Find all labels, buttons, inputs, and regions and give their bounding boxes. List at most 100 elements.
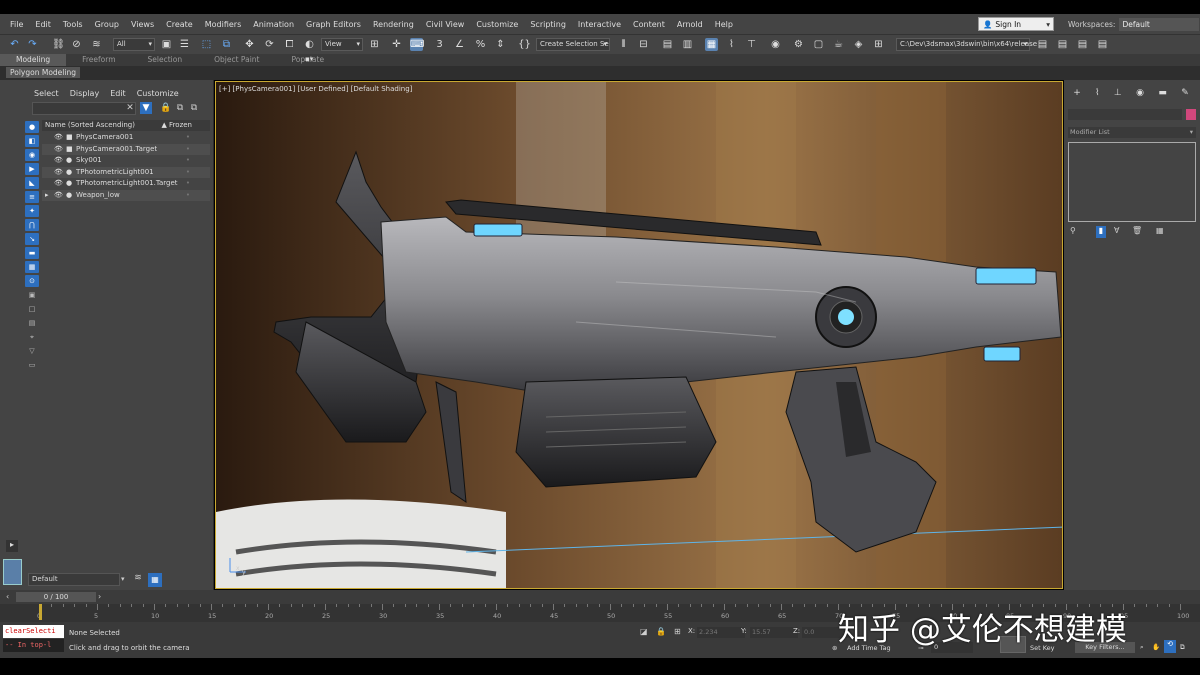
project-settings-icon[interactable]: ▤ <box>1056 38 1069 51</box>
layer-dropdown[interactable]: Default <box>28 573 120 586</box>
visibility-eye-icon[interactable]: 👁 <box>54 144 63 155</box>
display-spacewarps-icon[interactable]: ✦ <box>25 205 39 217</box>
display-lights-icon[interactable]: ◣ <box>25 177 39 189</box>
menu-scripting[interactable]: Scripting <box>524 20 572 29</box>
visibility-eye-icon[interactable]: 👁 <box>54 190 63 201</box>
move-icon[interactable]: ✥ <box>243 38 256 51</box>
named-selection-dropdown[interactable]: Create Selection Se ▾ <box>536 38 610 51</box>
maxscript-listener[interactable]: clearSelecti -- In top-l <box>3 625 64 653</box>
selection-filter-dropdown[interactable]: All ▾ <box>113 38 155 51</box>
frozen-toggle-icon[interactable]: • <box>186 144 190 155</box>
visibility-eye-icon[interactable]: 👁 <box>54 132 63 143</box>
bind-spacewarp-icon[interactable]: ≋ <box>90 38 103 51</box>
viewport-label[interactable]: [+] [PhysCamera001] [User Defined] [Defa… <box>219 85 412 93</box>
menu-modifiers[interactable]: Modifiers <box>199 20 248 29</box>
menu-animation[interactable]: Animation <box>247 20 300 29</box>
ribbon-tab-freeform[interactable]: Freeform <box>66 54 131 66</box>
visibility-eye-icon[interactable]: 👁 <box>54 167 63 178</box>
display-children-icon[interactable]: ▤ <box>25 317 39 329</box>
hierarchy-icon[interactable]: ⧉ <box>174 102 186 114</box>
configure-sets-icon[interactable]: ▦ <box>1156 226 1164 235</box>
chevron-down-icon[interactable]: ▾ <box>121 575 125 583</box>
object-color-swatch[interactable] <box>1186 109 1196 120</box>
display-geometry-icon[interactable]: ◧ <box>25 135 39 147</box>
frozen-toggle-icon[interactable]: • <box>186 132 190 143</box>
render-active-shade-icon[interactable]: ⊞ <box>872 38 885 51</box>
pin-stack-icon[interactable]: ⚲ <box>1070 226 1076 235</box>
pivot-center-icon[interactable]: ⊞ <box>368 38 381 51</box>
rendered-frame-window-icon[interactable]: ▢ <box>812 38 825 51</box>
frozen-toggle-icon[interactable]: • <box>186 190 190 201</box>
time-tag-icon[interactable]: ⊛ <box>832 644 837 652</box>
menu-customize[interactable]: Customize <box>470 20 524 29</box>
menu-tools[interactable]: Tools <box>57 20 89 29</box>
menu-civil-view[interactable]: Civil View <box>420 20 471 29</box>
display-helpers-icon[interactable]: ≡ <box>25 191 39 203</box>
layer-hierarchy-icon[interactable]: ⧉ <box>188 102 200 114</box>
undo-icon[interactable]: ↶ <box>8 38 21 51</box>
display-tab-icon[interactable]: ▬ <box>1158 88 1167 102</box>
menu-group[interactable]: Group <box>89 20 125 29</box>
menu-edit[interactable]: Edit <box>29 20 57 29</box>
material-editor-icon[interactable]: ◉ <box>769 38 782 51</box>
layers-icon[interactable]: ≋ <box>132 573 144 585</box>
project-extra-icon[interactable]: ▤ <box>1096 38 1109 51</box>
toggle-scene-explorer-icon[interactable]: ▤ <box>661 38 674 51</box>
schematic-view-icon[interactable]: ⊤ <box>745 38 758 51</box>
visibility-eye-icon[interactable]: 👁 <box>54 178 63 189</box>
scale-icon[interactable]: ⧠ <box>283 38 296 51</box>
camera-viewport[interactable]: [+] [PhysCamera001] [User Defined] [Defa… <box>215 81 1063 589</box>
window-crossing-icon[interactable]: ⧉ <box>220 38 233 51</box>
link-icon[interactable]: ⛓ <box>52 38 65 51</box>
display-cameras-icon[interactable]: ▶ <box>25 163 39 175</box>
percent-snap-icon[interactable]: % <box>474 38 487 51</box>
project-folder-icon[interactable]: ▤ <box>1036 38 1049 51</box>
mirror-icon[interactable]: ⫴ <box>617 38 630 51</box>
menu-help[interactable]: Help <box>709 20 739 29</box>
menu-content[interactable]: Content <box>627 20 671 29</box>
reference-coordinate-dropdown[interactable]: View ▾ <box>321 38 363 51</box>
angle-snap-icon[interactable]: ∠ <box>453 38 466 51</box>
remove-modifier-icon[interactable]: 🗑 <box>1132 226 1142 235</box>
scene-object-row[interactable]: 👁 ■ PhysCamera001.Target • <box>42 143 210 155</box>
align-icon[interactable]: ⊟ <box>637 38 650 51</box>
menu-create[interactable]: Create <box>160 20 199 29</box>
toggle-ribbon-icon[interactable]: ▦ <box>705 38 718 51</box>
clear-filter-icon[interactable]: ✕ <box>124 102 136 114</box>
ribbon-tab-modeling[interactable]: Modeling <box>0 54 67 66</box>
orbit-camera-icon[interactable]: ⟲ <box>1164 640 1176 653</box>
viewport-layout-thumbnail[interactable] <box>3 559 22 585</box>
scene-object-row[interactable]: 👁 ● Sky001 • <box>42 155 210 166</box>
time-slider[interactable]: 0 / 100 <box>16 592 96 602</box>
display-filter-icon[interactable]: ▽ <box>25 345 39 357</box>
select-object-icon[interactable]: ▣ <box>160 38 173 51</box>
toggle-layer-explorer-icon[interactable]: ▥ <box>681 38 694 51</box>
expand-icon[interactable]: ▸ <box>45 190 49 201</box>
expand-layout-icon[interactable]: ▸ <box>6 540 18 552</box>
time-slider-right-icon[interactable]: › <box>98 592 101 601</box>
render-setup-icon[interactable]: ⚙ <box>792 38 805 51</box>
absolute-mode-icon[interactable]: ⊞ <box>674 627 681 636</box>
frozen-toggle-icon[interactable]: • <box>186 178 190 189</box>
object-name-field[interactable] <box>1068 109 1182 120</box>
show-end-result-icon[interactable]: ▮ <box>1096 226 1106 238</box>
x-coord-field[interactable]: 2.234 <box>697 627 745 638</box>
display-bones-icon[interactable]: ▬ <box>25 247 39 259</box>
scene-explorer-filter[interactable] <box>32 102 136 115</box>
display-options-icon[interactable]: ▭ <box>25 359 39 371</box>
project-path-dropdown[interactable]: C:\Dev\3dsmax\3dswin\bin\x64\release ▾ <box>896 38 1037 51</box>
render-production-icon[interactable]: ☕ <box>832 38 845 51</box>
scene-explorer-header[interactable]: Name (Sorted Ascending) ▲ Frozen <box>42 120 210 131</box>
display-selected-icon[interactable]: ⌖ <box>25 331 39 343</box>
explorer-menu-customize[interactable]: Customize <box>137 89 179 98</box>
explorer-menu-edit[interactable]: Edit <box>110 89 126 98</box>
display-shapes-icon[interactable]: ◉ <box>25 149 39 161</box>
menu-arnold[interactable]: Arnold <box>671 20 709 29</box>
display-xrefs-icon[interactable]: ↘ <box>25 233 39 245</box>
pan-icon[interactable]: ✋ <box>1152 643 1160 651</box>
utilities-tab-icon[interactable]: ✎ <box>1181 88 1189 102</box>
explorer-menu-display[interactable]: Display <box>70 89 100 98</box>
modify-tab-icon[interactable]: ⌇ <box>1095 88 1099 102</box>
display-particles-icon[interactable]: ⊙ <box>25 275 39 287</box>
explorer-menu-select[interactable]: Select <box>34 89 59 98</box>
